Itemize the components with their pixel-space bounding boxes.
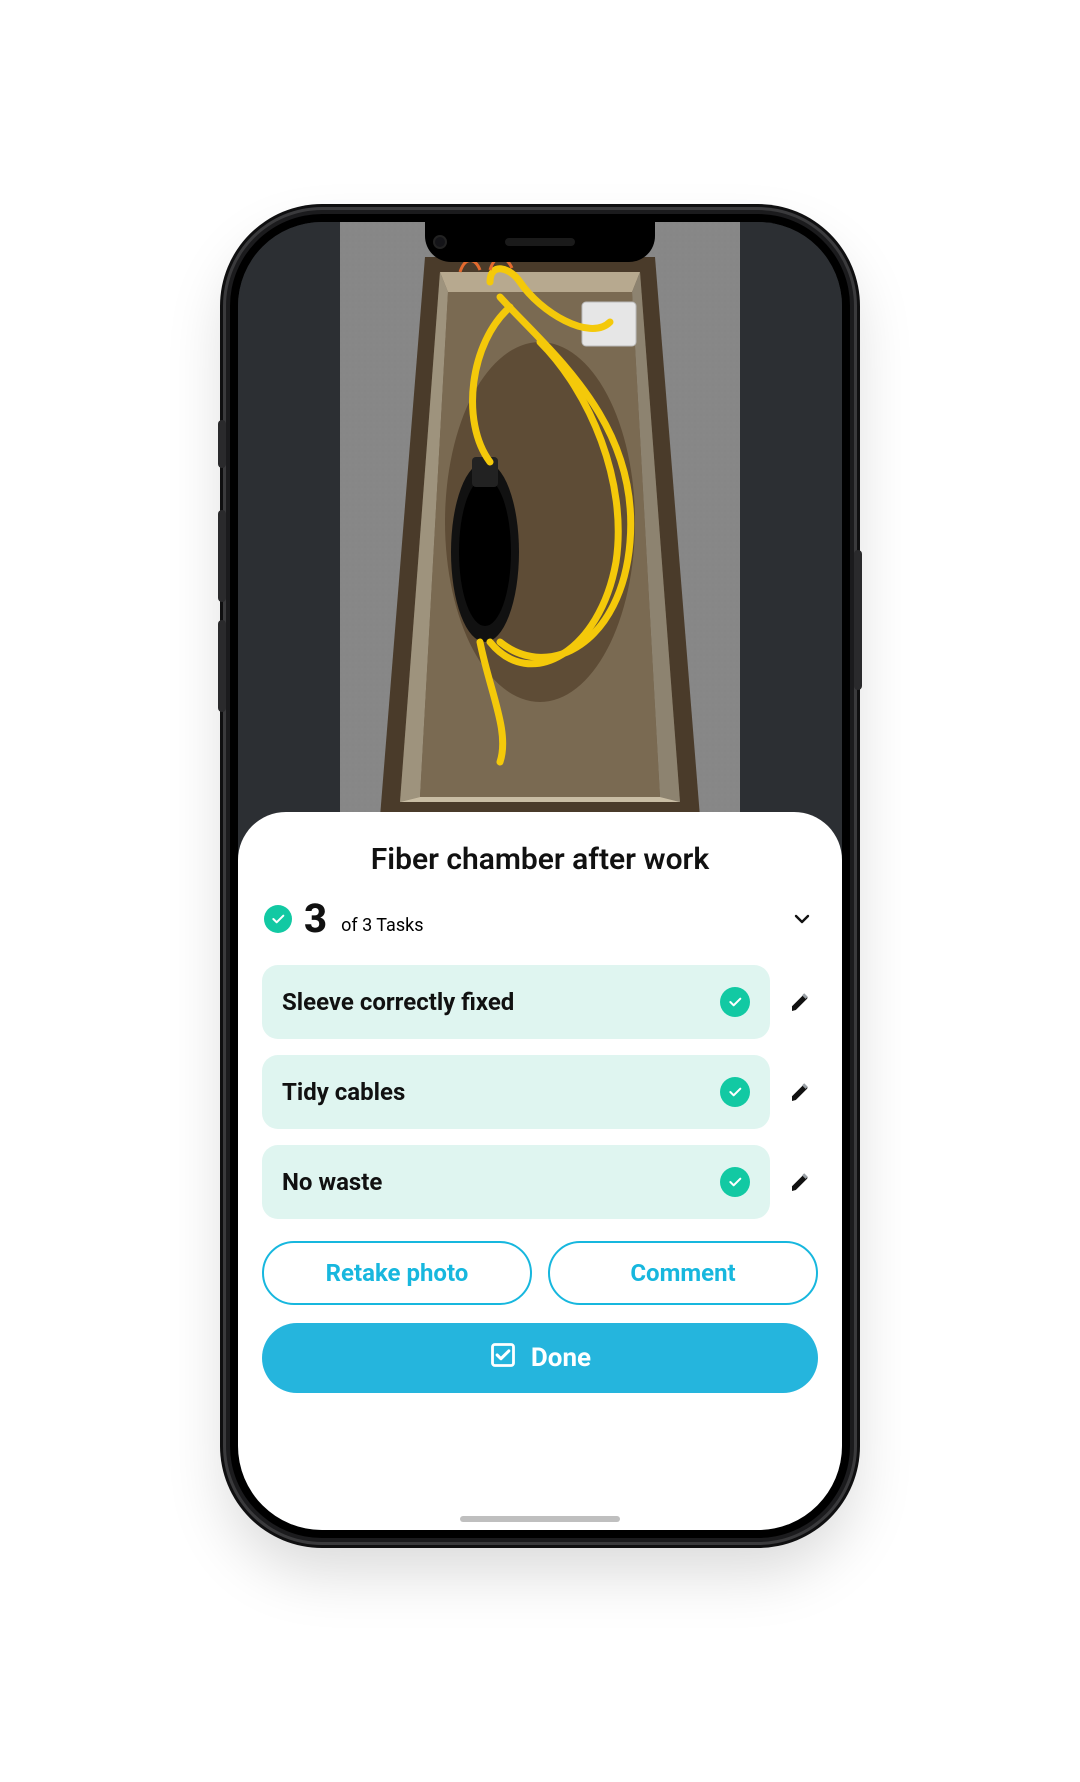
edit-task-button[interactable] — [784, 1165, 818, 1199]
task-check-icon — [720, 1077, 750, 1107]
done-suffix: of 3 Tasks — [341, 915, 423, 936]
task-check-icon — [720, 1167, 750, 1197]
earpiece-speaker — [505, 238, 575, 246]
retake-photo-button[interactable]: Retake photo — [262, 1241, 532, 1305]
retake-label: Retake photo — [326, 1259, 469, 1287]
summary-check-icon — [264, 905, 292, 933]
task-pill[interactable]: Tidy cables — [262, 1055, 770, 1129]
task-row: No waste — [262, 1145, 818, 1219]
phone-frame: Fiber chamber after work 3 of 3 Tasks — [226, 210, 854, 1542]
task-pill[interactable]: No waste — [262, 1145, 770, 1219]
sheet-title: Fiber chamber after work — [262, 842, 818, 877]
task-pill[interactable]: Sleeve correctly fixed — [262, 965, 770, 1039]
task-sheet: Fiber chamber after work 3 of 3 Tasks — [238, 812, 842, 1530]
volume-up — [218, 510, 226, 602]
done-label: Done — [531, 1343, 591, 1373]
comment-button[interactable]: Comment — [548, 1241, 818, 1305]
notch — [425, 222, 655, 262]
chevron-down-icon[interactable] — [788, 905, 816, 933]
task-row: Tidy cables — [262, 1055, 818, 1129]
task-label: No waste — [282, 1168, 382, 1196]
comment-label: Comment — [630, 1259, 735, 1287]
checkbox-done-icon — [489, 1341, 517, 1376]
edit-task-button[interactable] — [784, 1075, 818, 1109]
front-camera-icon — [433, 235, 447, 249]
mute-switch — [218, 420, 226, 468]
task-label: Sleeve correctly fixed — [282, 988, 514, 1016]
power-button — [854, 550, 862, 690]
edit-task-button[interactable] — [784, 985, 818, 1019]
home-indicator — [460, 1516, 620, 1522]
volume-down — [218, 620, 226, 712]
task-check-icon — [720, 987, 750, 1017]
secondary-actions: Retake photo Comment — [262, 1241, 818, 1305]
task-label: Tidy cables — [282, 1078, 405, 1106]
task-row: Sleeve correctly fixed — [262, 965, 818, 1039]
done-count: 3 — [304, 899, 327, 939]
done-button[interactable]: Done — [262, 1323, 818, 1393]
task-summary-row[interactable]: 3 of 3 Tasks — [262, 899, 818, 939]
photo-preview-area — [238, 222, 842, 842]
captured-photo[interactable] — [340, 222, 740, 830]
